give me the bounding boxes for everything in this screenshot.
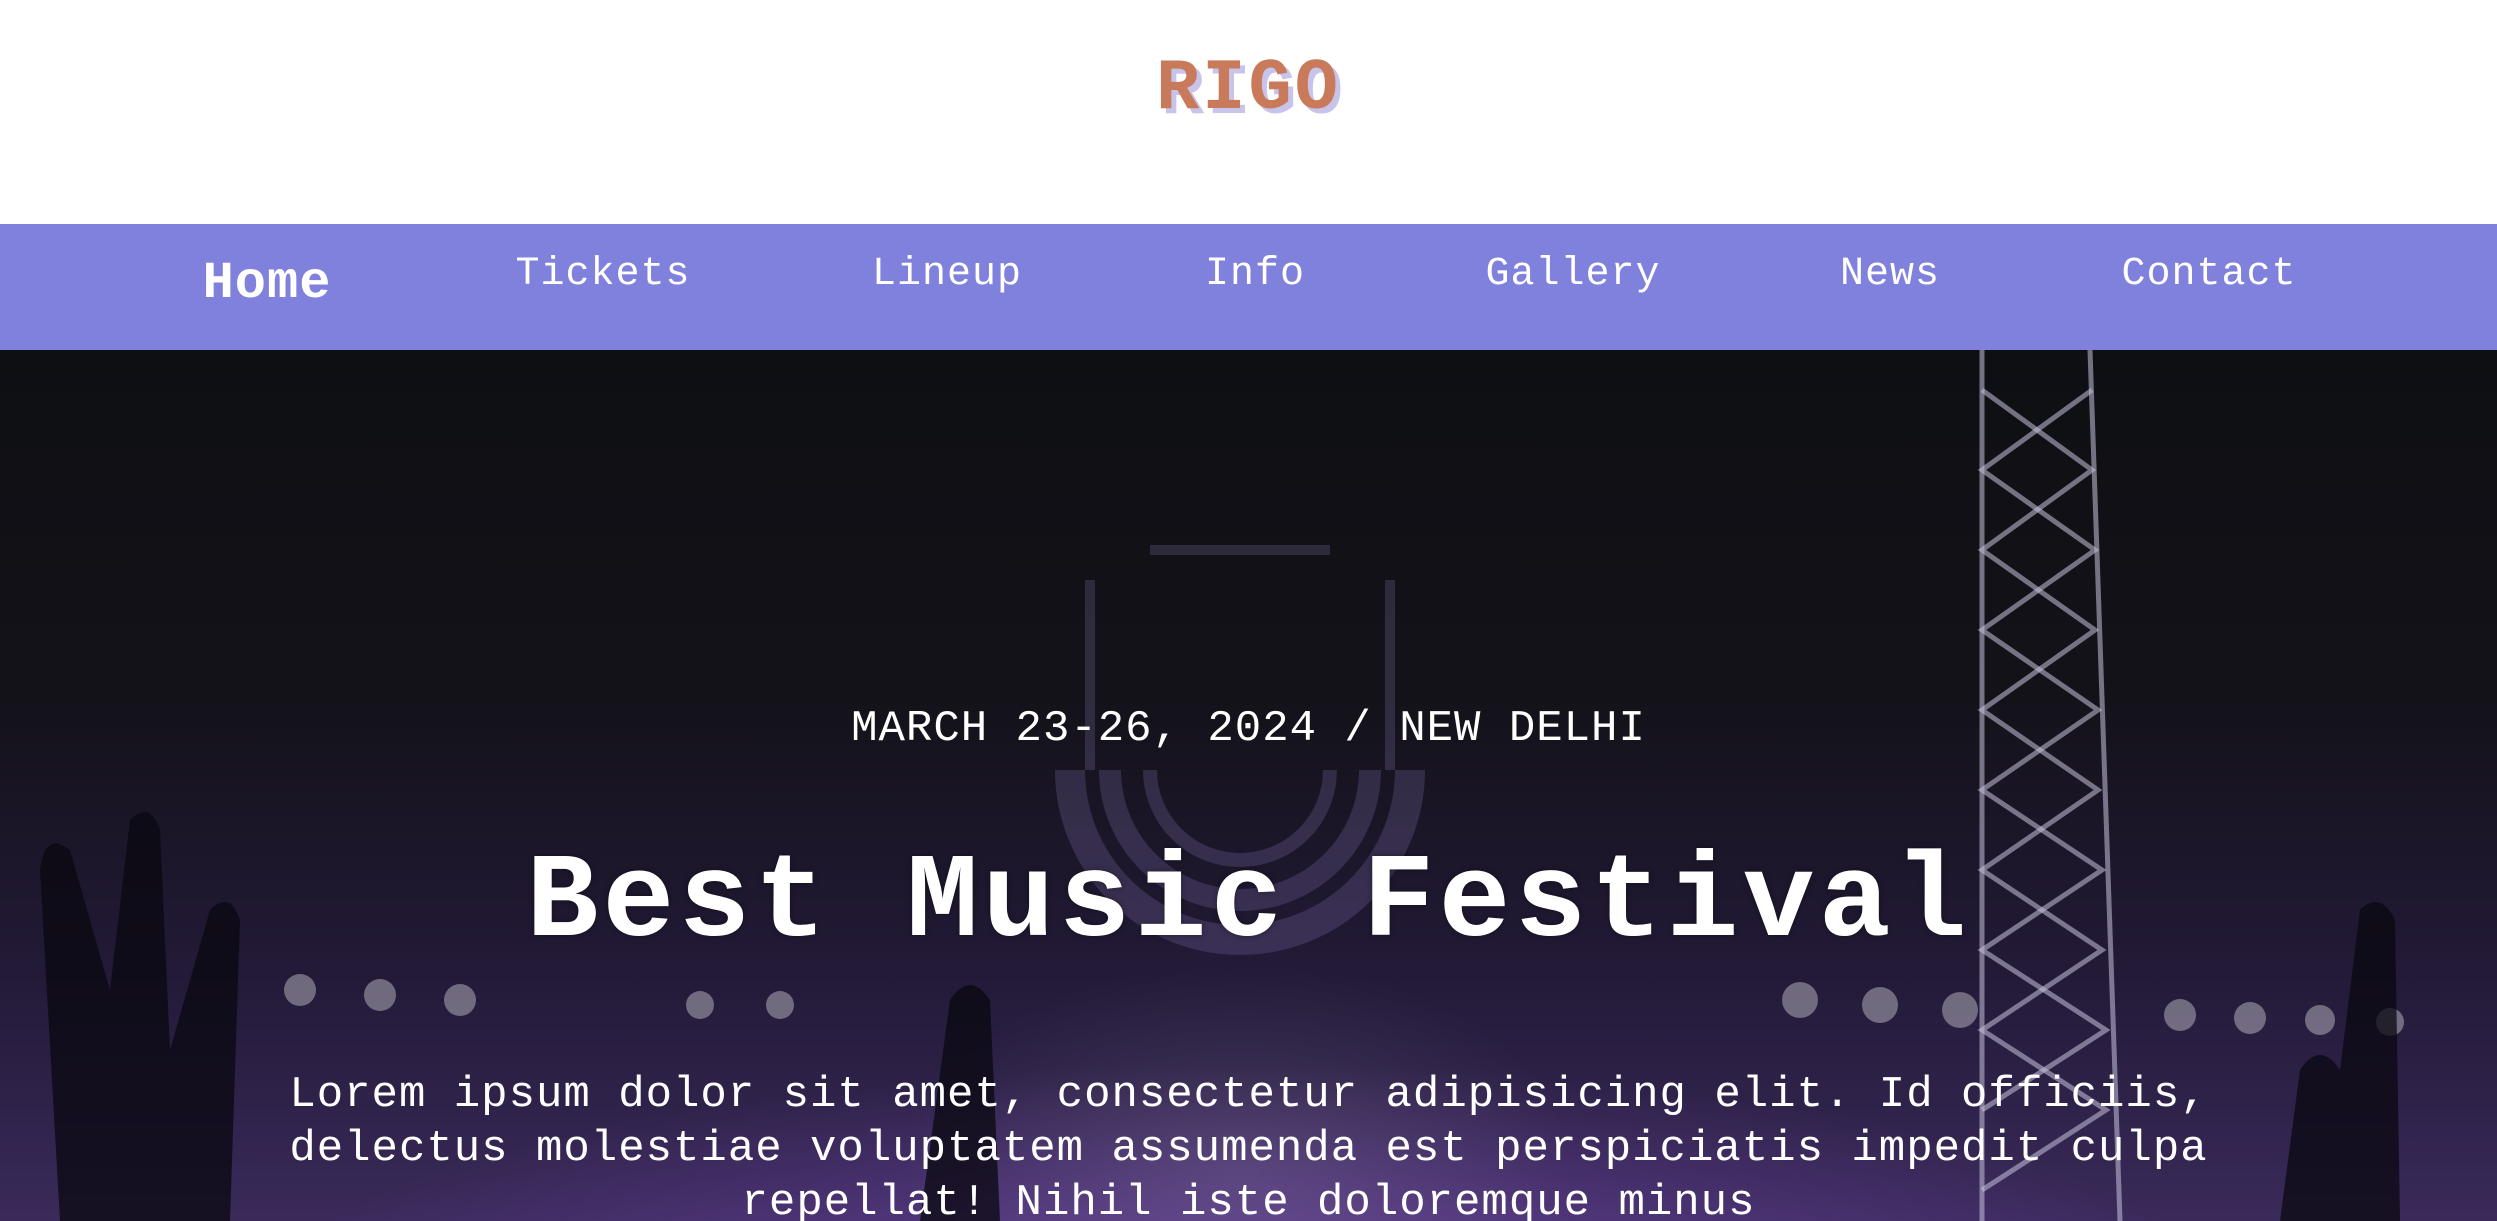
nav-item-lineup[interactable]: Lineup [872,252,1022,297]
main-navigation: Home Tickets Lineup Info Gallery News Co… [0,224,2497,350]
brand-header: RIGO [0,0,2497,224]
nav-item-tickets[interactable]: Tickets [515,252,690,297]
nav-item-news[interactable]: News [1840,252,1940,297]
nav-item-contact[interactable]: Contact [2121,252,2296,297]
nav-item-home[interactable]: Home [203,254,332,313]
nav-item-gallery[interactable]: Gallery [1485,252,1660,297]
hero-description: Lorem ipsum dolor sit amet, consectetur … [289,1070,2208,1221]
hero-title: Best Music Festival [526,836,1971,972]
site-logo[interactable]: RIGO [0,48,2497,130]
event-date-location: MARCH 23-26, 2024 / NEW DELHI [851,704,1646,754]
nav-item-info[interactable]: Info [1205,252,1305,297]
hero-section: MARCH 23-26, 2024 / NEW DELHI Best Music… [0,350,2497,1221]
